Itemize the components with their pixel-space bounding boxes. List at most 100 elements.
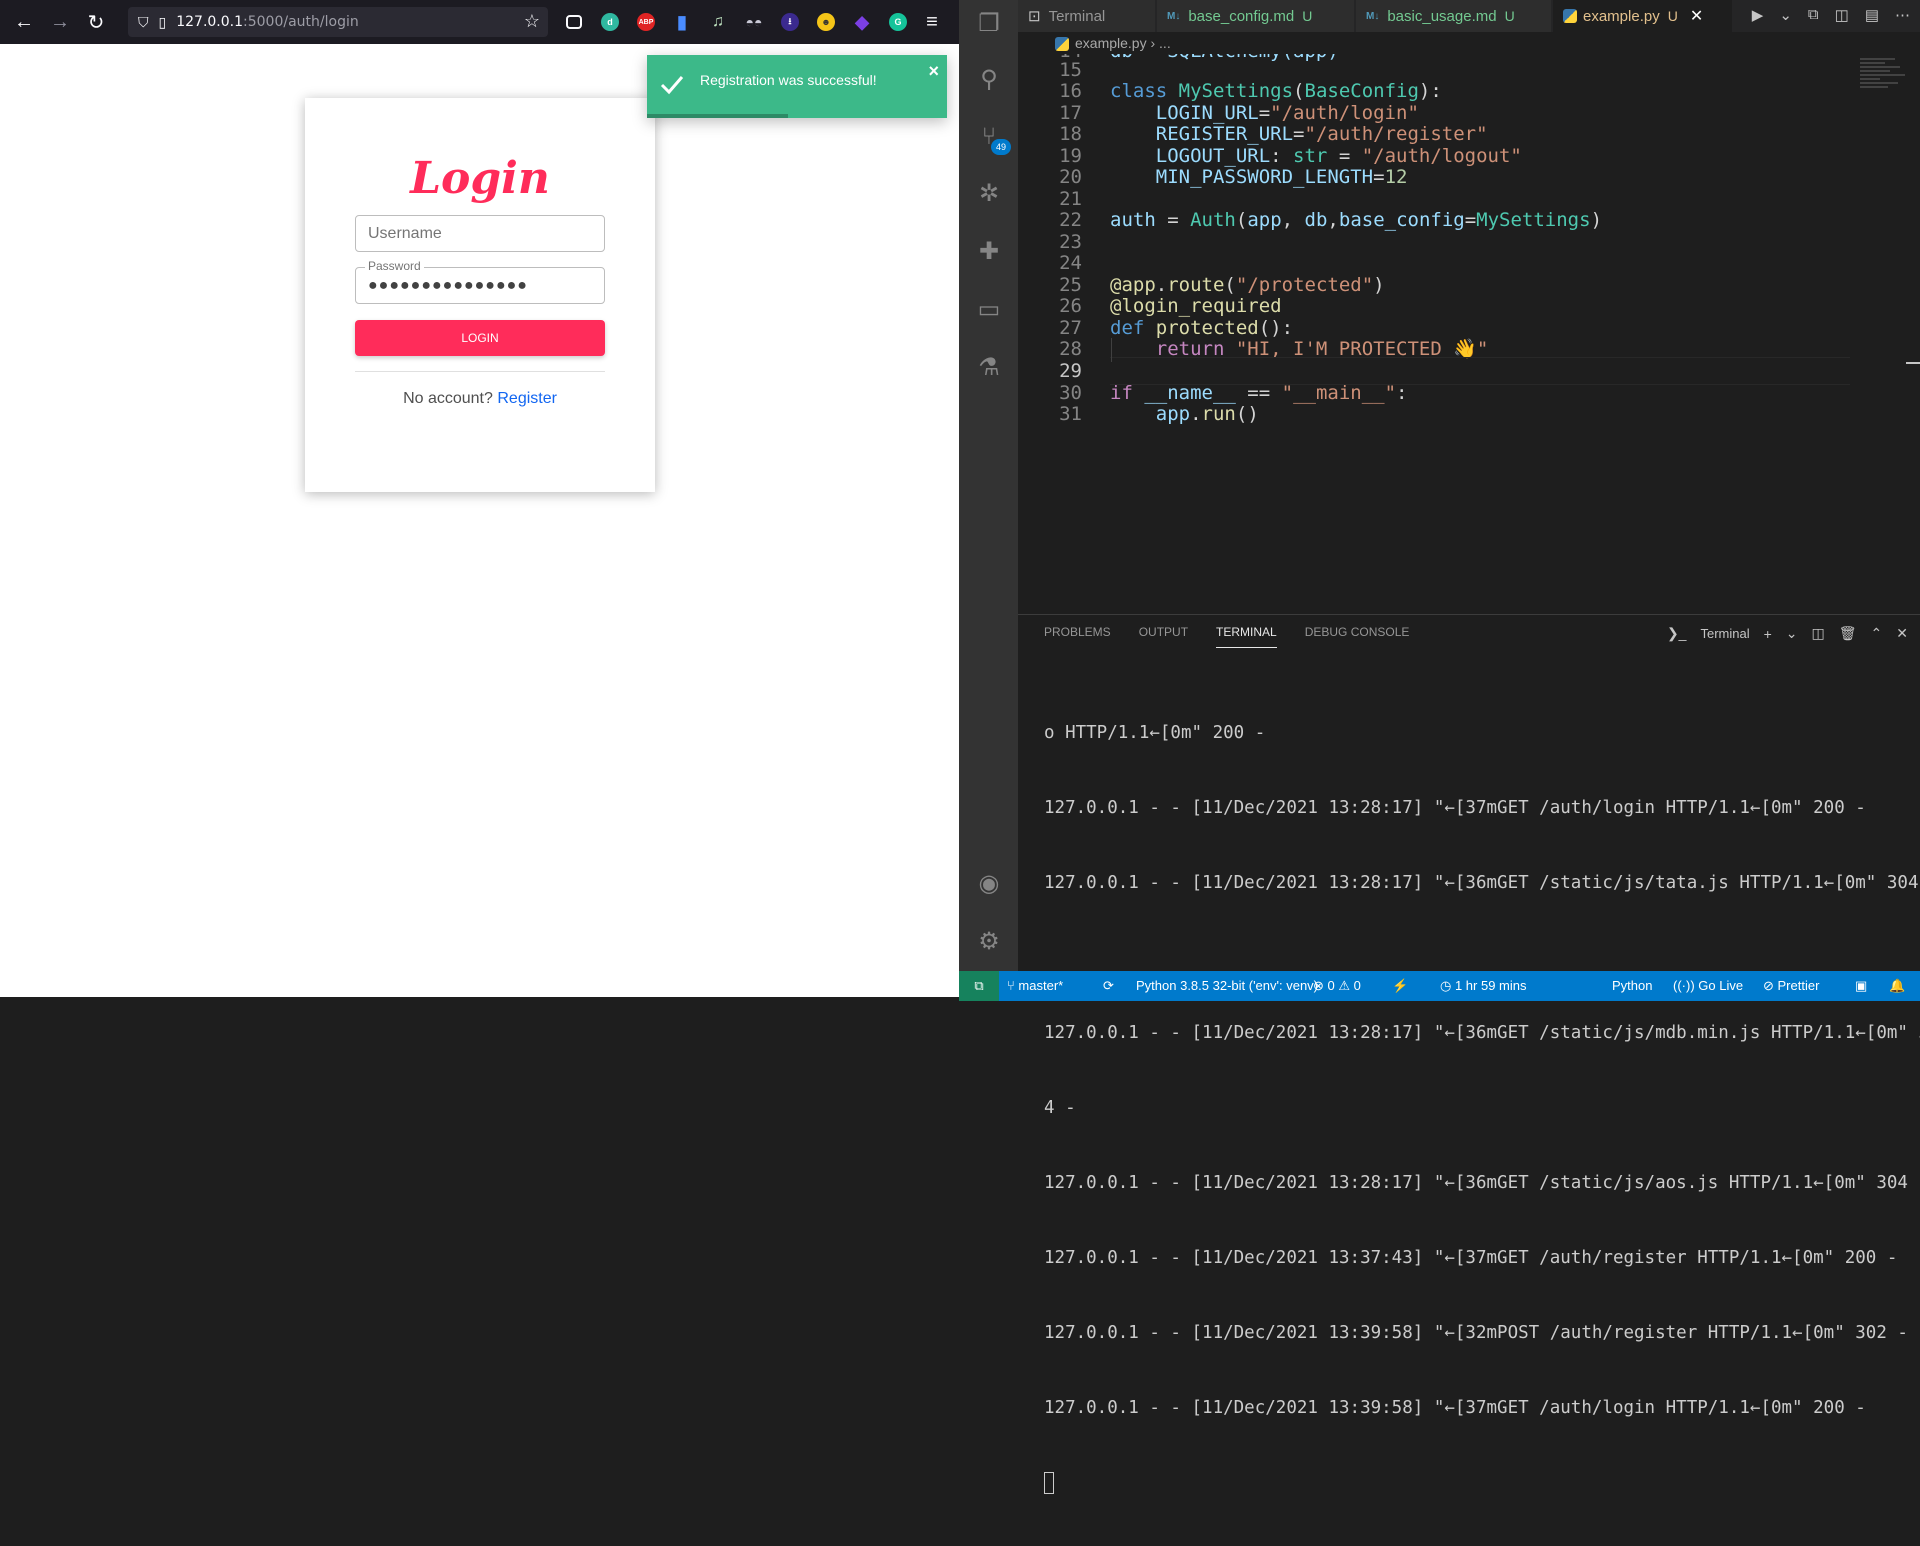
- minimap[interactable]: [1860, 58, 1910, 118]
- tab-label: basic_usage.md: [1387, 7, 1497, 25]
- tab-label: example.py: [1583, 7, 1660, 25]
- warning-count: 0: [1353, 978, 1361, 993]
- branch-status[interactable]: ⑂ master*: [1007, 978, 1063, 993]
- address-bar[interactable]: ⛉ ▯ 127.0.0.1:5000/auth/login ☆: [128, 7, 548, 37]
- branch-name: master*: [1018, 978, 1064, 993]
- go-live-label: Go Live: [1698, 978, 1744, 993]
- notifications-bell-icon[interactable]: 🔔: [1889, 978, 1905, 994]
- check-icon: [660, 76, 684, 95]
- account-icon[interactable]: ◉: [972, 866, 1006, 900]
- url-text[interactable]: 127.0.0.1:5000/auth/login: [176, 14, 359, 30]
- password-value[interactable]: ●●●●●●●●●●●●●●●: [368, 277, 528, 295]
- tab-example-py[interactable]: example.py U ✕: [1553, 0, 1733, 32]
- login-button[interactable]: Login: [355, 320, 605, 356]
- layout-icon[interactable]: ▤: [1865, 6, 1879, 24]
- terminal-selector[interactable]: Terminal: [1700, 626, 1749, 641]
- close-panel-icon[interactable]: ✕: [1896, 625, 1908, 642]
- abp-icon[interactable]: ABP: [632, 8, 660, 36]
- reload-icon[interactable]: ↻: [78, 4, 114, 40]
- scrollbar-marker[interactable]: [1906, 362, 1920, 364]
- shield-icon[interactable]: ⛉: [138, 14, 149, 31]
- terminal-line: 127.0.0.1 - - [11/Dec/2021 13:28:17] "←[…: [1044, 1173, 1920, 1193]
- lightning-icon[interactable]: ⚡: [1392, 978, 1408, 994]
- bottom-edge: [0, 997, 959, 1001]
- username-field[interactable]: [355, 215, 605, 252]
- terminal-line: 127.0.0.1 - - [11/Dec/2021 13:28:17] "←[…: [1044, 1023, 1920, 1043]
- explorer-icon[interactable]: ❐: [972, 6, 1006, 40]
- feedback-icon[interactable]: ▣: [1855, 978, 1867, 994]
- terminal-line: 127.0.0.1 - - [11/Dec/2021 13:28:17] "←[…: [1044, 798, 1866, 818]
- split-terminal-icon[interactable]: ◫: [1812, 625, 1825, 642]
- more-actions-icon[interactable]: ⋯: [1895, 6, 1910, 24]
- grammarly-icon[interactable]: G: [884, 8, 912, 36]
- compare-icon[interactable]: ⧉: [1808, 6, 1819, 24]
- prettier-status[interactable]: ⊘ Prettier: [1763, 978, 1819, 994]
- page-icon: ▯: [158, 13, 167, 30]
- indent-guide: [1111, 338, 1112, 362]
- time-value: 1 hr 59 mins: [1454, 978, 1527, 993]
- bookmark-star-icon[interactable]: ☆: [524, 11, 540, 32]
- clock-icon: ◷: [1440, 978, 1455, 993]
- testing-icon[interactable]: ⚗: [972, 350, 1006, 384]
- url-host: 127.0.0.1: [176, 14, 244, 30]
- bookmark-icon[interactable]: ▮: [668, 8, 696, 36]
- new-terminal-icon[interactable]: +: [1764, 626, 1772, 642]
- extensions-icon[interactable]: ✚: [972, 234, 1006, 268]
- chevron-down-icon[interactable]: ⌄: [1786, 625, 1798, 642]
- hamburger-menu-icon[interactable]: ≡: [918, 8, 946, 36]
- terminal-line: o HTTP/1.1←[0m" 200 -: [1044, 723, 1266, 743]
- code-editor[interactable]: 14db = SQLAlchemy(app) 15 16class MySett…: [1018, 54, 1920, 614]
- download-icon[interactable]: ⭳: [776, 8, 804, 36]
- search-icon[interactable]: ⚲: [972, 62, 1006, 96]
- remote-explorer-icon[interactable]: ▭: [972, 292, 1006, 326]
- remote-icon[interactable]: ⧉: [959, 971, 999, 1001]
- settings-gear-icon[interactable]: ⚙: [972, 924, 1006, 958]
- tab-close-icon[interactable]: ✕: [1690, 6, 1703, 26]
- trash-icon[interactable]: 🗑: [1839, 625, 1857, 642]
- terminal-line: 127.0.0.1 - - [11/Dec/2021 13:28:17] "←[…: [1044, 873, 1920, 893]
- mask-icon[interactable]: ◓◓: [740, 8, 768, 36]
- untracked-badge: U: [1667, 8, 1678, 24]
- tab-problems[interactable]: Problems: [1044, 625, 1111, 648]
- tab-terminal-panel[interactable]: Terminal: [1216, 625, 1277, 648]
- tab-terminal[interactable]: ⊡ Terminal: [1018, 0, 1156, 32]
- terminal-line: 127.0.0.1 - - [11/Dec/2021 13:39:58] "←[…: [1044, 1398, 1866, 1418]
- url-path: :5000/auth/login: [243, 14, 359, 30]
- d-icon[interactable]: d: [596, 8, 624, 36]
- forward-icon[interactable]: →: [42, 4, 78, 40]
- password-label: Password: [365, 259, 424, 273]
- breadcrumb-path[interactable]: example.py › ...: [1075, 35, 1171, 51]
- gem-icon[interactable]: ◆: [848, 8, 876, 36]
- line-number: 31: [1059, 403, 1082, 425]
- music-icon[interactable]: ♫: [704, 8, 732, 36]
- language-mode[interactable]: Python: [1612, 978, 1652, 993]
- maximize-panel-icon[interactable]: ⌃: [1871, 625, 1883, 642]
- run-debug-icon[interactable]: ✲: [972, 176, 1006, 210]
- password-field[interactable]: Password ●●●●●●●●●●●●●●●: [355, 259, 605, 304]
- toast-message: Registration was successful!: [700, 72, 877, 88]
- username-input[interactable]: [356, 216, 604, 251]
- terminal-output[interactable]: o HTTP/1.1←[0m" 200 - 127.0.0.1 - - [11/…: [1044, 671, 1920, 1546]
- back-icon[interactable]: ←: [6, 4, 42, 40]
- toast-close-icon[interactable]: ×: [928, 61, 939, 82]
- split-editor-icon[interactable]: ◫: [1835, 6, 1849, 24]
- panel-tabs: Problems Output Terminal Debug Console: [1044, 625, 1409, 648]
- tab-output[interactable]: Output: [1139, 625, 1188, 648]
- tab-base-config[interactable]: M↓ base_config.md U: [1157, 0, 1355, 32]
- go-live-button[interactable]: ((·)) Go Live: [1673, 978, 1743, 993]
- problems-status[interactable]: ⊗ 0 ⚠ 0: [1313, 978, 1361, 994]
- tab-debug-console[interactable]: Debug Console: [1305, 625, 1410, 648]
- browser-window: ← → ↻ ⛉ ▯ 127.0.0.1:5000/auth/login ☆ d …: [0, 0, 959, 1001]
- editor-actions: ▶ ⌄ ⧉ ◫ ▤ ⋯: [1752, 6, 1910, 24]
- sync-icon[interactable]: ⟳: [1103, 978, 1114, 994]
- chevron-down-icon[interactable]: ⌄: [1779, 6, 1792, 24]
- time-tracker[interactable]: ◷ 1 hr 59 mins: [1440, 978, 1527, 994]
- git-branch-icon: ⑂: [1007, 978, 1019, 993]
- pocket-icon[interactable]: [560, 8, 588, 36]
- code-line: 31 app.run(): [1018, 401, 1868, 427]
- register-link[interactable]: Register: [497, 390, 557, 407]
- run-icon[interactable]: ▶: [1752, 6, 1764, 24]
- emoji-icon[interactable]: ☻: [812, 8, 840, 36]
- python-interpreter[interactable]: Python 3.8.5 32-bit ('env': venv): [1136, 978, 1318, 993]
- tab-basic-usage[interactable]: M↓ basic_usage.md U: [1356, 0, 1552, 32]
